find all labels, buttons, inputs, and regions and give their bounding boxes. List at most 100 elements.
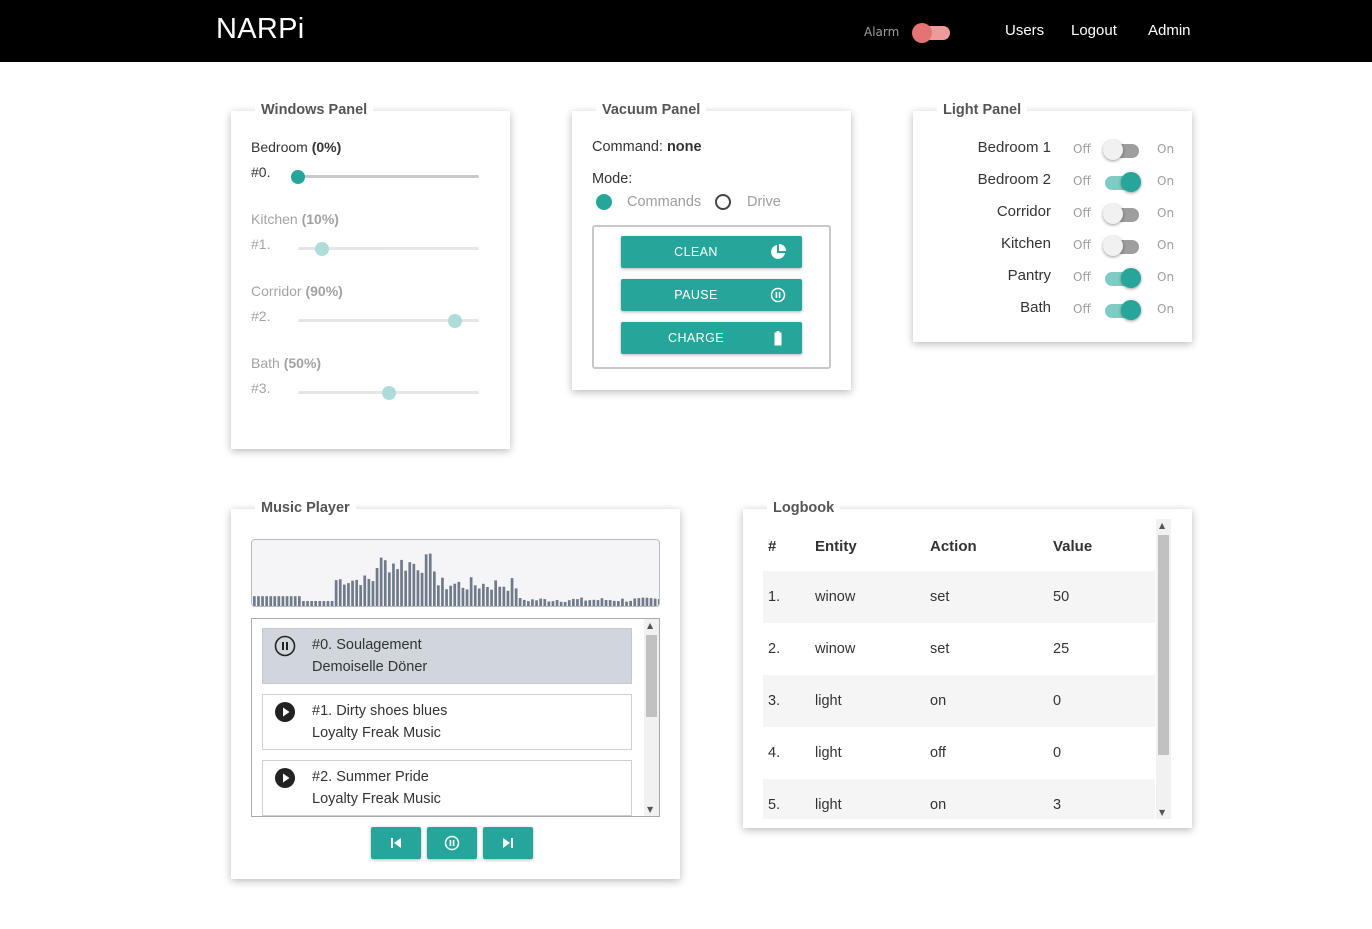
scroll-thumb[interactable]	[1158, 535, 1169, 755]
nav-admin-link[interactable]: Admin	[1148, 22, 1191, 39]
logbook-title: Logbook	[767, 500, 841, 516]
light-row-kitchen: Kitchen Off On	[913, 235, 1193, 263]
col-header-entity: Entity	[815, 538, 857, 555]
previous-track-button[interactable]	[371, 827, 421, 859]
vacuum-mode-label: Mode:	[592, 171, 633, 187]
window-index: #1.	[251, 236, 271, 252]
next-track-button[interactable]	[483, 827, 533, 859]
nav-users-link[interactable]: Users	[1005, 22, 1044, 39]
playlist-item[interactable]: #0. Soulagement Demoiselle Döner	[262, 628, 632, 684]
col-header-index: #	[768, 538, 777, 555]
battery-icon	[774, 331, 782, 346]
waveform-bar	[310, 601, 313, 606]
cell-value: 0	[1053, 693, 1062, 709]
waveform-bar	[641, 597, 645, 606]
window-row-corridor: Corridor (90%) #2.	[251, 283, 481, 343]
skip-next-icon	[503, 838, 513, 848]
mode-commands-label[interactable]: Commands	[627, 194, 701, 210]
cell-entity: light	[815, 797, 842, 813]
window-slider[interactable]	[291, 170, 479, 185]
pause-button[interactable]: PAUSE	[621, 279, 802, 311]
slider-thumb[interactable]	[448, 314, 463, 328]
scroll-up-arrow[interactable]: ▲	[647, 621, 653, 630]
waveform-bar	[469, 577, 473, 606]
playlist-scrollbar[interactable]: ▲ ▼	[644, 619, 659, 816]
window-slider[interactable]	[298, 386, 479, 401]
waveform-bar	[416, 570, 420, 606]
light-toggle[interactable]	[1103, 171, 1143, 193]
table-row: 3. light on 0	[763, 675, 1155, 727]
toggle-thumb	[1103, 140, 1123, 160]
col-header-action: Action	[930, 538, 977, 555]
alarm-label: Alarm	[864, 25, 900, 39]
window-slider[interactable]	[298, 314, 479, 329]
waveform-bar	[612, 600, 616, 606]
playlist-item[interactable]: #1. Dirty shoes blues Loyalty Freak Musi…	[262, 694, 632, 750]
waveform-bar	[371, 581, 375, 606]
play-pause-button[interactable]	[427, 827, 477, 859]
waveform-bar	[253, 596, 256, 606]
alarm-toggle[interactable]	[912, 20, 950, 43]
mode-drive-radio[interactable]	[715, 194, 731, 210]
slider-thumb[interactable]	[381, 386, 396, 400]
waveform[interactable]	[251, 539, 660, 607]
play-circle-icon[interactable]	[274, 767, 296, 789]
waveform-bar	[559, 601, 563, 606]
pause-circle-icon	[770, 287, 786, 303]
waveform-bar	[383, 560, 387, 606]
waveform-bar	[592, 599, 596, 606]
waveform-bar	[420, 572, 424, 606]
mode-commands-radio[interactable]	[596, 194, 612, 210]
cell-index: 3.	[768, 693, 781, 709]
light-toggle[interactable]	[1103, 299, 1143, 321]
logbook-scrollbar[interactable]: ▲ ▼	[1156, 519, 1171, 819]
light-name: Pantry	[1007, 267, 1051, 284]
waveform-bar	[375, 568, 379, 606]
nav-logout-link[interactable]: Logout	[1071, 22, 1117, 39]
waveform-bar	[408, 562, 412, 606]
waveform-bar	[363, 575, 367, 606]
waveform-bar	[625, 601, 628, 606]
light-row-bedroom-2: Bedroom 2 Off On	[913, 171, 1193, 199]
vacuum-panel-title: Vacuum Panel	[596, 102, 707, 118]
waveform-bar	[637, 598, 641, 606]
waveform-bar	[653, 598, 657, 606]
window-name: Corridor (90%)	[251, 283, 343, 299]
scroll-down-arrow[interactable]: ▼	[1159, 808, 1165, 817]
waveform-bar	[314, 601, 317, 606]
slider-thumb[interactable]	[314, 242, 329, 256]
mode-drive-label[interactable]: Drive	[747, 194, 781, 210]
scroll-up-arrow[interactable]: ▲	[1159, 521, 1165, 530]
light-toggle[interactable]	[1103, 267, 1143, 289]
vacuum-command: Command: none	[592, 139, 702, 155]
on-label: On	[1157, 270, 1175, 284]
play-circle-icon[interactable]	[274, 701, 296, 723]
scroll-thumb[interactable]	[646, 635, 657, 717]
pause-circle-icon[interactable]	[274, 635, 296, 657]
toggle-thumb	[1121, 300, 1141, 320]
waveform-bar	[441, 577, 444, 606]
vacuum-panel: Vacuum Panel Command: none Mode: Command…	[572, 102, 851, 390]
window-slider[interactable]	[298, 242, 479, 257]
toggle-thumb	[1121, 172, 1141, 192]
slider-thumb[interactable]	[291, 170, 305, 184]
light-panel-title: Light Panel	[937, 102, 1028, 118]
light-toggle[interactable]	[1103, 139, 1143, 161]
waveform-bar	[604, 600, 608, 606]
waveform-bar	[539, 598, 542, 606]
light-toggle[interactable]	[1103, 203, 1143, 225]
brand-logo[interactable]: NARPi	[216, 13, 305, 46]
playlist-item[interactable]: #2. Summer Pride Loyalty Freak Music	[262, 760, 632, 816]
alarm-toggle-thumb	[912, 23, 932, 43]
waveform-bar	[265, 596, 268, 606]
waveform-bar	[527, 601, 530, 606]
charge-button[interactable]: CHARGE	[621, 322, 802, 354]
waveform-bar	[367, 578, 371, 606]
table-row: 2. winow set 25	[763, 623, 1155, 675]
waveform-bar	[453, 583, 457, 606]
waveform-bar	[359, 585, 362, 606]
waveform-bar	[543, 599, 547, 606]
scroll-down-arrow[interactable]: ▼	[647, 805, 653, 814]
light-toggle[interactable]	[1103, 235, 1143, 257]
clean-button[interactable]: CLEAN	[621, 236, 802, 268]
